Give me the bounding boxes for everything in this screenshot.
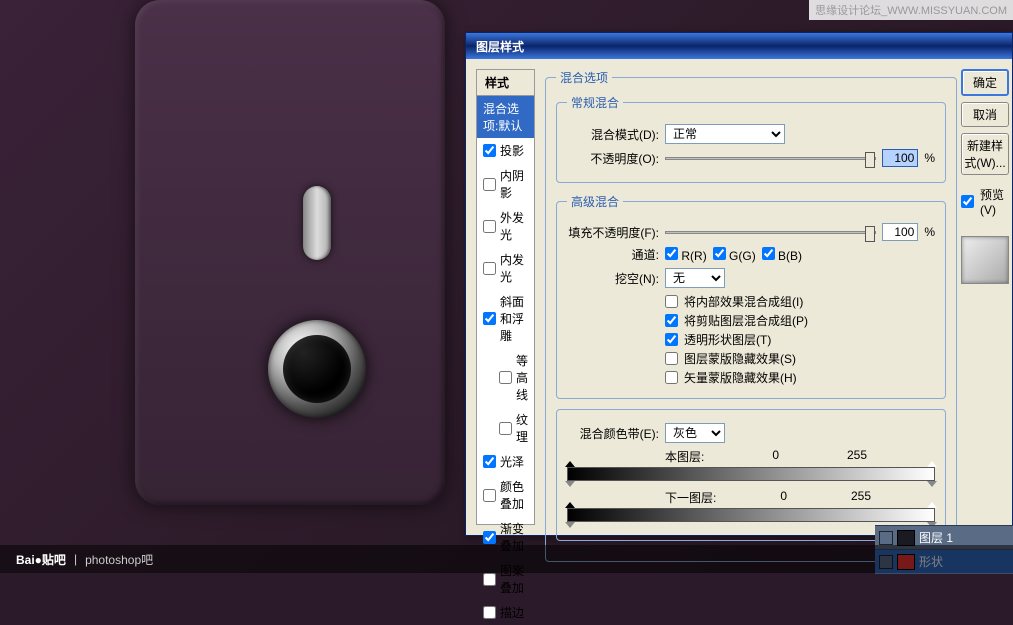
- styles-header: 样式: [477, 70, 534, 96]
- style-item[interactable]: 斜面和浮雕: [477, 289, 534, 348]
- board-name: photoshop吧: [85, 551, 153, 568]
- style-item[interactable]: 外发光: [477, 205, 534, 247]
- layer-thumb: [897, 530, 915, 546]
- adv-option[interactable]: 图层蒙版隐藏效果(S): [665, 350, 935, 367]
- footer: Bai●贴吧 | photoshop吧: [0, 545, 1013, 573]
- style-item[interactable]: 纹理: [477, 407, 534, 449]
- under-hi: 255: [851, 489, 871, 506]
- under-layer-label: 下一图层:: [665, 489, 716, 506]
- phone-frame: [135, 0, 445, 505]
- style-item[interactable]: 内发光: [477, 247, 534, 289]
- preview-checkbox[interactable]: 预览(V): [961, 186, 1009, 217]
- blendif-select[interactable]: 灰色: [665, 423, 725, 443]
- adv-option[interactable]: 矢量蒙版隐藏效果(H): [665, 369, 935, 386]
- options-panel: 混合选项 常规混合 混合模式(D): 正常 不透明度(O): % 高级: [535, 59, 961, 535]
- channels-label: 通道:: [567, 246, 659, 263]
- style-item[interactable]: 投影: [477, 138, 534, 163]
- eye-icon[interactable]: [879, 531, 893, 545]
- adv-option[interactable]: 将内部效果混合成组(I): [665, 293, 935, 310]
- fill-opacity-input[interactable]: [882, 223, 918, 241]
- layer-style-dialog: 图层样式 样式 混合选项:默认投影内阴影外发光内发光斜面和浮雕等高线纹理光泽颜色…: [465, 32, 1013, 536]
- style-item[interactable]: 颜色叠加: [477, 474, 534, 516]
- general-legend: 常规混合: [567, 94, 623, 111]
- general-blend-group: 常规混合 混合模式(D): 正常 不透明度(O): %: [556, 94, 946, 183]
- style-item[interactable]: 光泽: [477, 449, 534, 474]
- dialog-titlebar[interactable]: 图层样式: [466, 33, 1012, 59]
- knockout-label: 挖空(N):: [567, 270, 659, 287]
- opacity-label: 不透明度(O):: [567, 150, 659, 167]
- opacity-input[interactable]: [882, 149, 918, 167]
- dialog-title: 图层样式: [476, 38, 524, 55]
- blend-mode-select[interactable]: 正常: [665, 124, 785, 144]
- blend-options-legend: 混合选项: [556, 69, 612, 86]
- opacity-slider[interactable]: [665, 157, 876, 160]
- this-layer-gradient[interactable]: [567, 467, 935, 481]
- style-item[interactable]: 等高线: [477, 348, 534, 407]
- under-layer-gradient[interactable]: [567, 508, 935, 522]
- ok-button[interactable]: 确定: [961, 69, 1009, 96]
- speaker-slot: [303, 186, 331, 260]
- channel-g[interactable]: G(G): [713, 247, 756, 263]
- fill-opacity-label: 填充不透明度(F):: [567, 224, 659, 241]
- watermark: 思缘设计论坛_WWW.MISSYUAN.COM: [809, 0, 1013, 20]
- advanced-blend-group: 高级混合 填充不透明度(F): % 通道: R(R) G(G) B(B): [556, 193, 946, 399]
- adv-option[interactable]: 将剪贴图层混合成组(P): [665, 312, 935, 329]
- adv-option[interactable]: 透明形状图层(T): [665, 331, 935, 348]
- dialog-buttons: 确定 取消 新建样式(W)... 预览(V): [961, 59, 1013, 535]
- advanced-legend: 高级混合: [567, 193, 623, 210]
- channel-b[interactable]: B(B): [762, 247, 802, 263]
- baidu-tieba-logo: Bai●贴吧: [16, 551, 66, 568]
- knockout-select[interactable]: 无: [665, 268, 725, 288]
- blendif-group: 混合颜色带(E): 灰色 本图层: 0 255 下一图层:: [556, 409, 946, 541]
- this-layer-label: 本图层:: [665, 448, 704, 465]
- under-lo: 0: [780, 489, 787, 506]
- fill-opacity-slider[interactable]: [665, 231, 876, 234]
- blendif-label: 混合颜色带(E):: [567, 425, 659, 442]
- pct: %: [924, 225, 935, 239]
- cancel-button[interactable]: 取消: [961, 102, 1009, 127]
- styles-list: 样式 混合选项:默认投影内阴影外发光内发光斜面和浮雕等高线纹理光泽颜色叠加渐变叠…: [476, 69, 535, 525]
- style-item[interactable]: 描边: [477, 600, 534, 625]
- channel-r[interactable]: R(R): [665, 247, 707, 263]
- pct: %: [924, 151, 935, 165]
- blend-options-group: 混合选项 常规混合 混合模式(D): 正常 不透明度(O): % 高级: [545, 69, 957, 562]
- this-lo: 0: [772, 448, 779, 465]
- preview-swatch: [961, 236, 1009, 284]
- new-style-button[interactable]: 新建样式(W)...: [961, 133, 1009, 175]
- camera-lens-glass: [283, 335, 351, 403]
- this-hi: 255: [847, 448, 867, 465]
- blend-mode-label: 混合模式(D):: [567, 126, 659, 143]
- style-item[interactable]: 内阴影: [477, 163, 534, 205]
- style-item[interactable]: 混合选项:默认: [477, 96, 534, 138]
